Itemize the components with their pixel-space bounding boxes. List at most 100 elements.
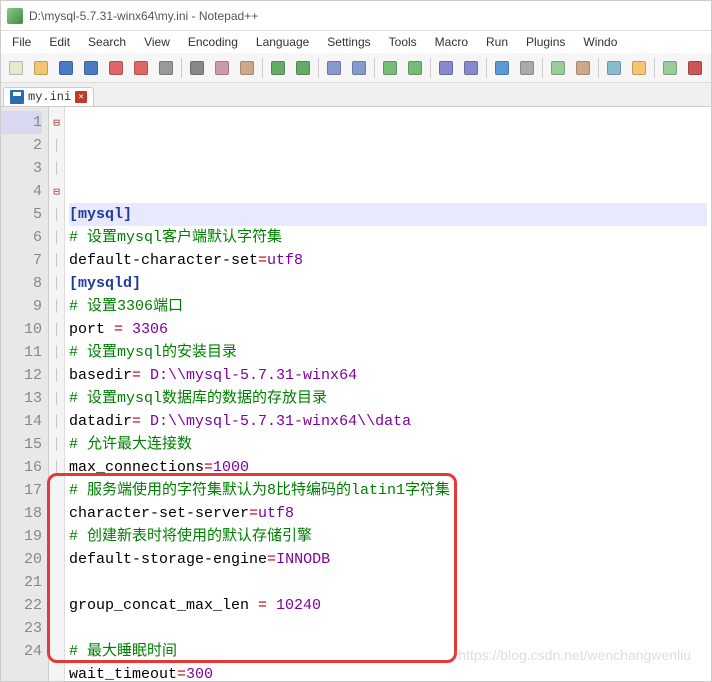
save-all-icon[interactable] xyxy=(80,57,102,79)
code-line[interactable]: # 设置mysql的安装目录 xyxy=(69,341,707,364)
zoom-out-icon[interactable] xyxy=(404,57,426,79)
code-line[interactable]: wait_timeout=300 xyxy=(69,663,707,681)
code-line[interactable] xyxy=(69,617,707,640)
code-line[interactable]: # 最大睡眠时间 xyxy=(69,640,707,663)
close-tab-icon[interactable]: ✕ xyxy=(75,91,87,103)
copy-icon[interactable] xyxy=(211,57,233,79)
editor[interactable]: 123456789101112131415161718192021222324 … xyxy=(1,107,711,681)
tab-filename: my.ini xyxy=(28,90,71,104)
menu-plugins[interactable]: Plugins xyxy=(517,32,574,52)
menu-tools[interactable]: Tools xyxy=(380,32,426,52)
code-line[interactable]: max_connections=1000 xyxy=(69,456,707,479)
menu-encoding[interactable]: Encoding xyxy=(179,32,247,52)
monitor-icon[interactable] xyxy=(659,57,681,79)
code-area[interactable]: https://blog.csdn.net/wenchangwenliu [my… xyxy=(65,107,711,681)
code-line[interactable] xyxy=(69,571,707,594)
menu-file[interactable]: File xyxy=(3,32,40,52)
line-number: 9 xyxy=(1,295,42,318)
close-icon[interactable] xyxy=(105,57,127,79)
close-all-icon[interactable] xyxy=(130,57,152,79)
code-line[interactable]: datadir= D:\\mysql-5.7.31-winx64\\data xyxy=(69,410,707,433)
redo-icon[interactable] xyxy=(292,57,314,79)
code-line[interactable]: port = 3306 xyxy=(69,318,707,341)
record-icon[interactable] xyxy=(684,57,706,79)
menu-edit[interactable]: Edit xyxy=(40,32,79,52)
cut-icon[interactable] xyxy=(186,57,208,79)
code-line[interactable]: [mysqld] xyxy=(69,272,707,295)
open-icon[interactable] xyxy=(30,57,52,79)
line-number: 4 xyxy=(1,180,42,203)
save-icon xyxy=(10,90,24,104)
line-number: 10 xyxy=(1,318,42,341)
replace-icon[interactable] xyxy=(348,57,370,79)
sync-h-icon[interactable] xyxy=(460,57,482,79)
fold-marker: │ xyxy=(49,226,64,249)
wrap-icon[interactable] xyxy=(491,57,513,79)
code-line[interactable]: # 服务端使用的字符集默认为8比特编码的latin1字符集 xyxy=(69,479,707,502)
app-icon xyxy=(7,8,23,24)
menu-run[interactable]: Run xyxy=(477,32,517,52)
line-number: 19 xyxy=(1,525,42,548)
line-number: 17 xyxy=(1,479,42,502)
indent-guide-icon[interactable] xyxy=(547,57,569,79)
line-number-gutter: 123456789101112131415161718192021222324 xyxy=(1,107,49,681)
code-line[interactable]: group_concat_max_len = 10240 xyxy=(69,594,707,617)
fold-marker xyxy=(49,525,64,548)
fold-marker: │ xyxy=(49,249,64,272)
line-number: 14 xyxy=(1,410,42,433)
undo-icon[interactable] xyxy=(267,57,289,79)
menu-language[interactable]: Language xyxy=(247,32,318,52)
fold-marker: │ xyxy=(49,157,64,180)
line-number: 16 xyxy=(1,456,42,479)
menu-macro[interactable]: Macro xyxy=(426,32,477,52)
code-line[interactable]: default-character-set=utf8 xyxy=(69,249,707,272)
tab-myini[interactable]: my.ini ✕ xyxy=(3,87,94,106)
code-line[interactable]: basedir= D:\\mysql-5.7.31-winx64 xyxy=(69,364,707,387)
menu-settings[interactable]: Settings xyxy=(318,32,379,52)
fold-marker: │ xyxy=(49,364,64,387)
code-line[interactable]: # 创建新表时将使用的默认存储引擎 xyxy=(69,525,707,548)
save-icon[interactable] xyxy=(55,57,77,79)
line-number: 21 xyxy=(1,571,42,594)
fold-marker[interactable]: ⊟ xyxy=(49,180,64,203)
code-line[interactable]: character-set-server=utf8 xyxy=(69,502,707,525)
folder-icon[interactable] xyxy=(628,57,650,79)
sync-v-icon[interactable] xyxy=(435,57,457,79)
fold-marker xyxy=(49,594,64,617)
print-icon[interactable] xyxy=(155,57,177,79)
line-number: 1 xyxy=(1,111,42,134)
code-line[interactable]: [mysql] xyxy=(69,203,707,226)
fold-marker: │ xyxy=(49,318,64,341)
line-number: 23 xyxy=(1,617,42,640)
code-line[interactable]: # 设置mysql数据库的数据的存放目录 xyxy=(69,387,707,410)
toolbar xyxy=(1,53,711,83)
menubar: FileEditSearchViewEncodingLanguageSettin… xyxy=(1,31,711,53)
code-line[interactable]: # 允许最大连接数 xyxy=(69,433,707,456)
fold-marker[interactable]: ⊟ xyxy=(49,111,64,134)
show-all-icon[interactable] xyxy=(516,57,538,79)
toolbar-separator xyxy=(318,58,319,78)
code-line[interactable]: # 设置3306端口 xyxy=(69,295,707,318)
doc-map-icon[interactable] xyxy=(572,57,594,79)
fold-marker: │ xyxy=(49,387,64,410)
fold-column: ⊟││⊟││││││││││││ xyxy=(49,107,65,681)
line-number: 6 xyxy=(1,226,42,249)
code-line[interactable]: # 设置mysql客户端默认字符集 xyxy=(69,226,707,249)
func-list-icon[interactable] xyxy=(603,57,625,79)
menu-search[interactable]: Search xyxy=(79,32,135,52)
paste-icon[interactable] xyxy=(236,57,258,79)
fold-marker: │ xyxy=(49,341,64,364)
line-number: 13 xyxy=(1,387,42,410)
fold-marker xyxy=(49,502,64,525)
find-icon[interactable] xyxy=(323,57,345,79)
line-number: 2 xyxy=(1,134,42,157)
code-line[interactable]: default-storage-engine=INNODB xyxy=(69,548,707,571)
menu-windo[interactable]: Windo xyxy=(574,32,626,52)
fold-marker xyxy=(49,617,64,640)
tabbar: my.ini ✕ xyxy=(1,83,711,107)
line-number: 8 xyxy=(1,272,42,295)
toolbar-separator xyxy=(430,58,431,78)
zoom-in-icon[interactable] xyxy=(379,57,401,79)
menu-view[interactable]: View xyxy=(135,32,179,52)
new-file-icon[interactable] xyxy=(5,57,27,79)
